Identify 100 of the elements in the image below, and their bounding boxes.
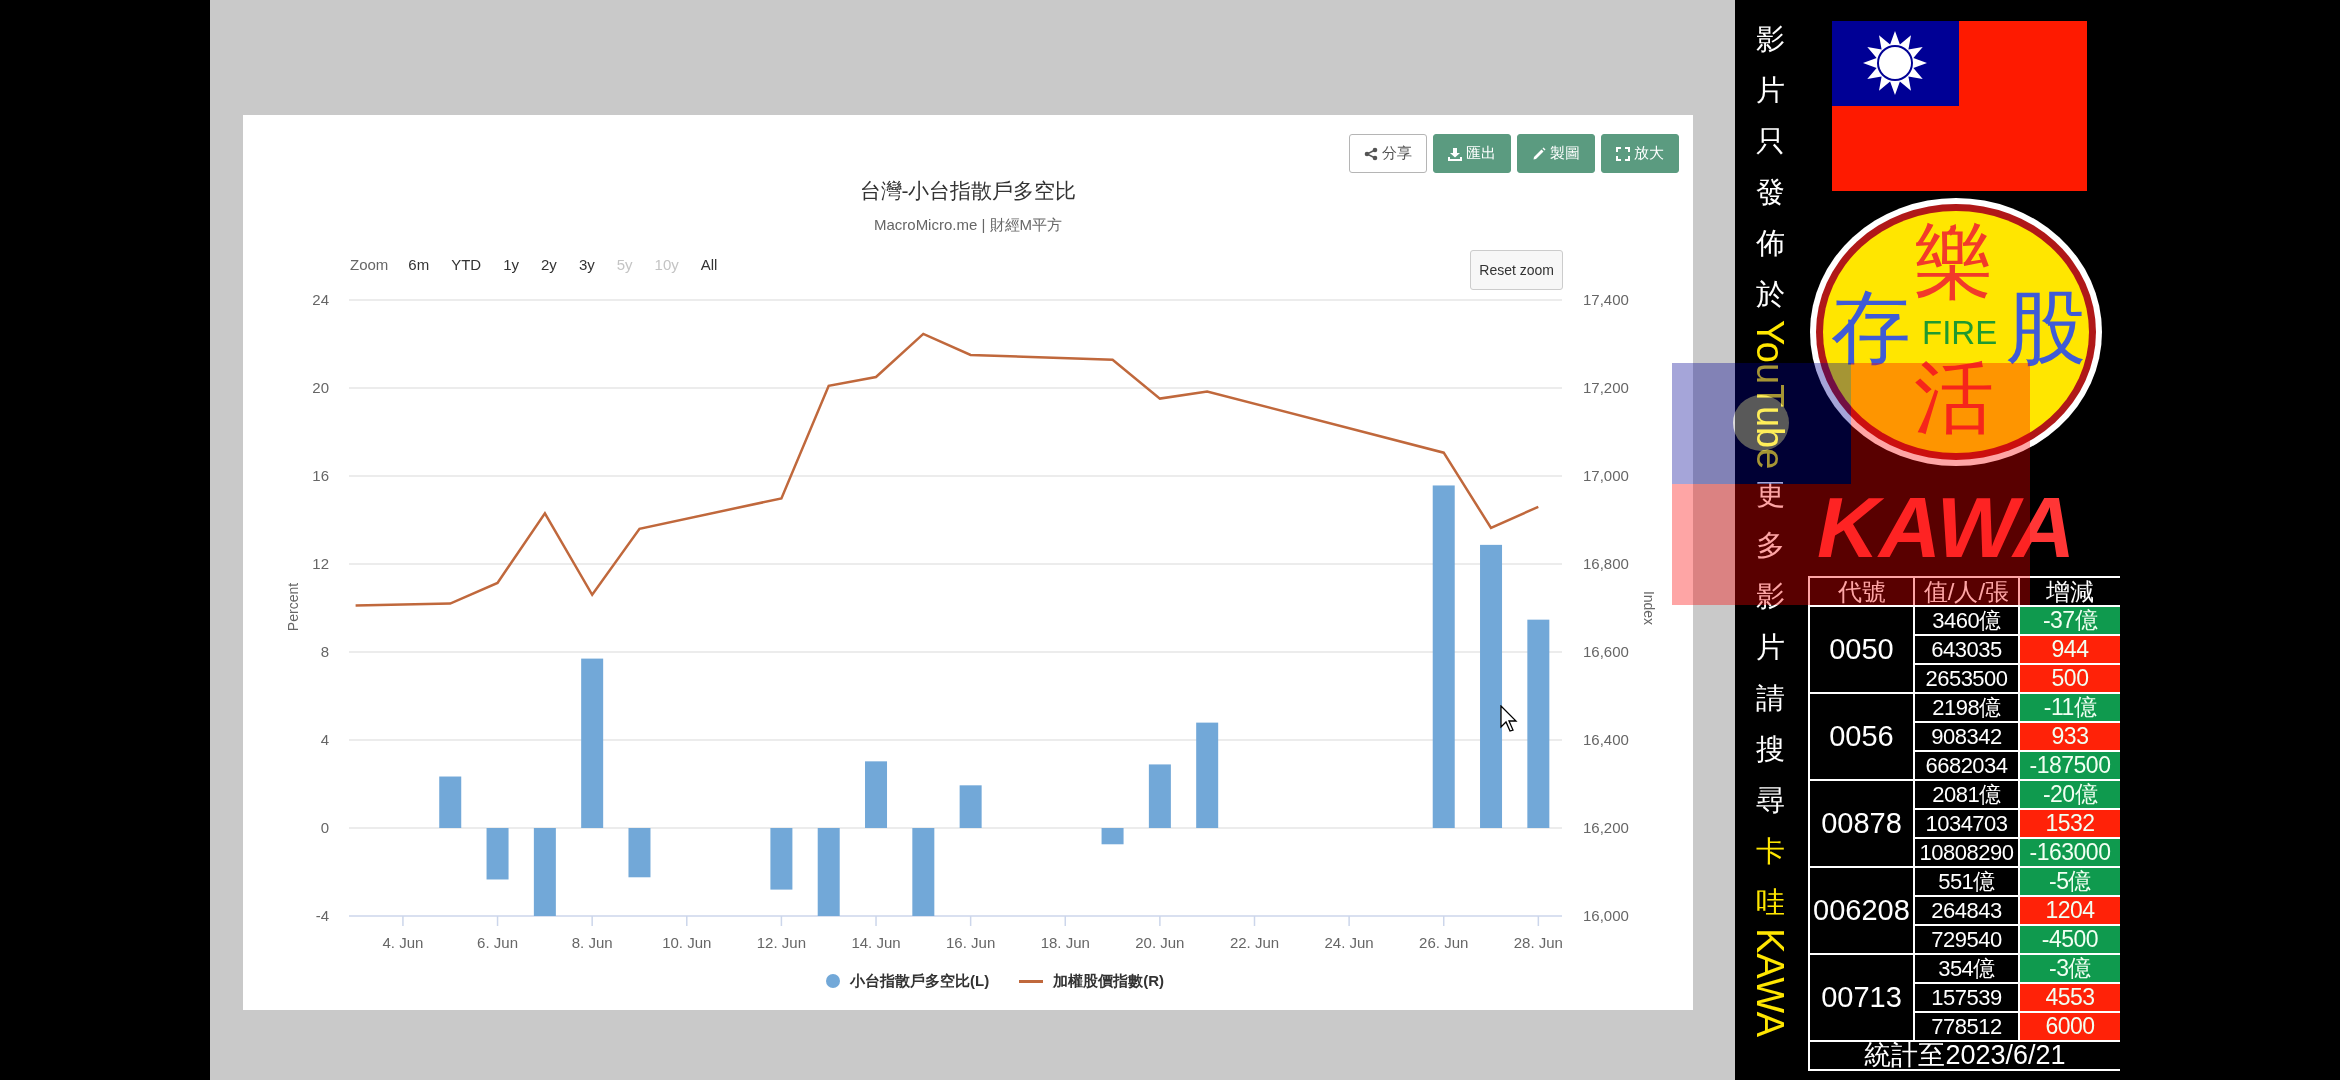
axis-title: Index — [1641, 590, 1657, 626]
axis-label: 4. Jun — [382, 934, 424, 951]
range-button[interactable]: 3y — [572, 254, 601, 277]
toolbar-button[interactable]: 分享 — [1349, 134, 1427, 173]
logo-text: 股 — [2006, 288, 2086, 368]
logo-text: 活 — [1914, 358, 1994, 438]
axis-label: 12 — [312, 555, 329, 572]
axis-label: 16,800 — [1583, 555, 1629, 572]
table-cell: 00713 — [1810, 955, 1913, 1040]
axis-label: 16. Jun — [946, 934, 996, 951]
table-cell: 0050 — [1810, 607, 1913, 692]
table-cell: 643035 — [1915, 636, 2018, 663]
table-cell: 729540 — [1915, 926, 2018, 953]
bar — [865, 761, 887, 828]
table-cell: 933 — [2020, 723, 2120, 750]
column-header: 代號 — [1810, 578, 1913, 605]
axis-label: 17,200 — [1583, 379, 1629, 396]
table-cell: 3460億 — [1915, 607, 2018, 634]
caption-text: KAWA — [1751, 928, 1789, 1038]
table-cell: 264843 — [1915, 897, 2018, 924]
legend-item[interactable]: 加權股價指數(R) — [1019, 969, 1164, 993]
axis-label: 26. Jun — [1419, 934, 1469, 951]
range-button[interactable]: YTD — [445, 254, 488, 277]
range-button[interactable]: All — [694, 254, 724, 277]
table-cell: 551億 — [1915, 868, 2018, 895]
flag-icon — [1832, 21, 2087, 191]
legend-item[interactable]: 小台指散戶多空比(L) — [826, 969, 990, 993]
range-button[interactable]: 6m — [402, 254, 436, 277]
table-cell: -20億 — [2020, 781, 2120, 808]
logo-text: 樂 — [1914, 222, 1994, 302]
caption-text: 影片只發佈於 — [1755, 22, 1785, 312]
axis-label: 8 — [320, 643, 329, 660]
reset-zoom-button[interactable]: Reset zoom — [1470, 250, 1563, 290]
table-cell: 00878 — [1810, 781, 1913, 866]
bar — [439, 776, 462, 828]
table-cell: 500 — [2020, 665, 2120, 692]
cursor-icon — [1500, 705, 1518, 733]
table-cell: -3億 — [2020, 955, 2120, 982]
table-cell: 1532 — [2020, 810, 2120, 837]
axis-label: 20. Jun — [1135, 934, 1185, 951]
axis-label: 16 — [312, 467, 329, 484]
axis-label: 22. Jun — [1229, 934, 1280, 951]
axis-label: 6. Jun — [477, 934, 518, 951]
table-cell: 6000 — [2020, 1013, 2120, 1040]
caption-text: 卡哇 — [1755, 834, 1785, 921]
axis-label: 0 — [320, 819, 329, 836]
caption-text: 更多影片請搜尋 — [1755, 477, 1785, 819]
table-cell: 2081億 — [1915, 781, 2018, 808]
table-footer: 統計至2023/6/21 — [1810, 1042, 2120, 1069]
axis-label: 28. Jun — [1513, 934, 1563, 951]
range-button[interactable]: 2y — [535, 254, 563, 277]
table-cell: 006208 — [1810, 868, 1913, 953]
axis-label: 16,200 — [1583, 819, 1629, 836]
table-cell: -5億 — [2020, 868, 2120, 895]
table-cell: -37億 — [2020, 607, 2120, 634]
table-cell: 2653500 — [1915, 665, 2018, 692]
bar — [486, 828, 509, 880]
axis-label: 14. Jun — [851, 934, 901, 951]
chart-title: 台灣-小台指散戶多空比 — [859, 178, 1077, 205]
range-button[interactable]: 1y — [497, 254, 526, 277]
axis-label: 18. Jun — [1040, 934, 1090, 951]
axis-label: 10. Jun — [662, 934, 712, 951]
axis-label: 17,400 — [1583, 291, 1629, 308]
axis-label: 24. Jun — [1324, 934, 1374, 951]
line-icon — [1019, 979, 1044, 983]
table-cell: 4553 — [2020, 984, 2120, 1011]
table-cell: 1034703 — [1915, 810, 2018, 837]
column-header: 增減 — [2020, 578, 2120, 605]
table-cell: 778512 — [1915, 1013, 2018, 1040]
axis-label: -4 — [315, 907, 329, 924]
table-cell: 157539 — [1915, 984, 2018, 1011]
caption-text: YouTube — [1751, 320, 1789, 470]
dot-icon — [826, 974, 840, 988]
table-cell: 354億 — [1915, 955, 2018, 982]
brand-text: KAWA — [1817, 484, 2075, 570]
table-cell: 2198億 — [1915, 694, 2018, 721]
pencil-icon — [1532, 146, 1546, 161]
logo-text: 存 — [1831, 288, 1911, 368]
bar — [1101, 828, 1124, 845]
axis-title: Percent — [285, 582, 301, 632]
table-cell: -4500 — [2020, 926, 2120, 953]
axis-label: 24 — [312, 291, 329, 308]
axis-label: 16,000 — [1583, 907, 1629, 924]
table-cell: 10808290 — [1915, 839, 2018, 866]
axis-label: 20 — [312, 379, 329, 396]
download-icon — [1448, 146, 1462, 161]
table-cell: 1204 — [2020, 897, 2120, 924]
expand-icon — [1616, 146, 1630, 161]
bar — [959, 785, 982, 828]
share-icon — [1364, 146, 1378, 161]
table-cell: 6682034 — [1915, 752, 2018, 779]
bar — [628, 828, 651, 878]
logo-text: FIRE — [1922, 316, 1998, 349]
axis-label: 8. Jun — [571, 934, 613, 951]
axis-label: 4 — [320, 731, 329, 748]
table-cell: -187500 — [2020, 752, 2120, 779]
chart-subtitle: MacroMicro.me | 財經M平方 — [873, 214, 1063, 235]
bar — [1148, 764, 1171, 828]
table-cell: 0056 — [1810, 694, 1913, 779]
bar — [770, 828, 793, 890]
